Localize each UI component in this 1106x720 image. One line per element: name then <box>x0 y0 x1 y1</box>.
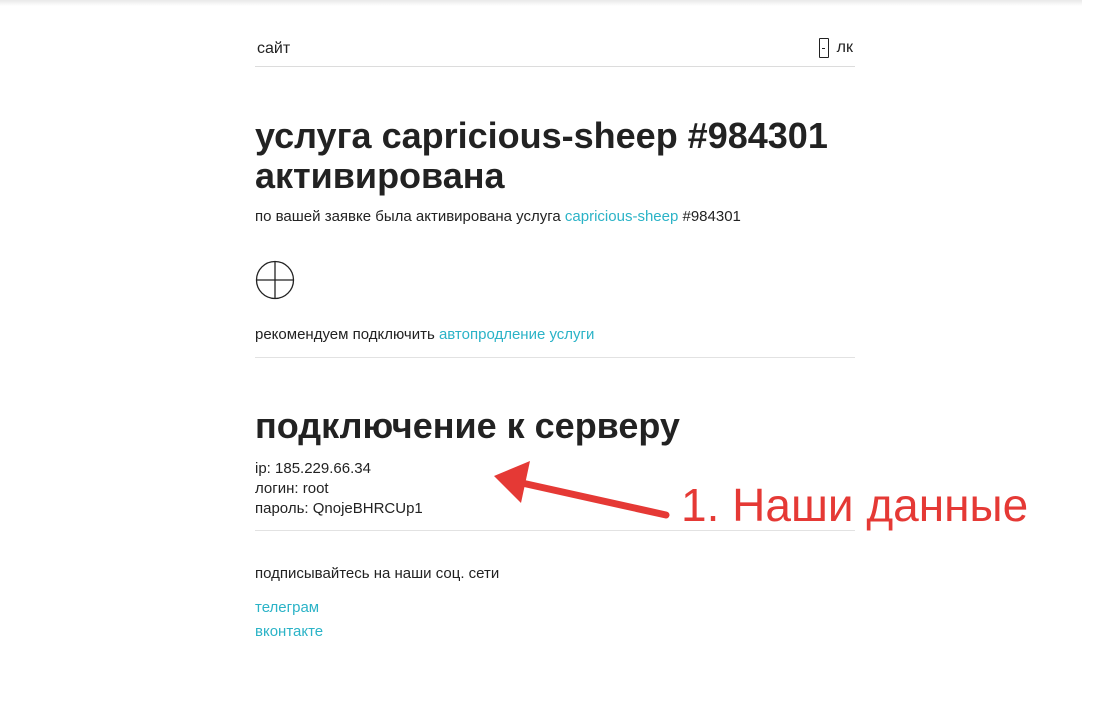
activation-message: по вашей заявке была активирована услуга… <box>255 208 741 225</box>
password-line: пароль: QnojeBHRCUp1 <box>255 500 423 517</box>
activation-prefix: по вашей заявке была активирована услуга <box>255 208 565 225</box>
page-title: услуга capricious-sheep #984301 активиро… <box>255 115 828 196</box>
header: сайт лк <box>255 0 855 67</box>
annotation-arrow-icon <box>494 461 670 519</box>
vkontakte-link[interactable]: вконтакте <box>255 620 323 644</box>
telegram-link[interactable]: телеграм <box>255 596 323 620</box>
door-icon <box>818 38 829 58</box>
autorenew-link[interactable]: автопродление услуги <box>439 326 594 343</box>
server-credentials: ip: 185.229.66.34 логин: root пароль: Qn… <box>255 459 423 519</box>
social-links: телеграм вконтакте <box>255 596 323 644</box>
social-title: подписывайтесь на наши соц. сети <box>255 565 500 582</box>
service-id: #984301 <box>678 208 741 225</box>
account-button[interactable]: лк <box>818 38 853 58</box>
login-line: логин: root <box>255 480 329 497</box>
annotation-label: 1. Наши данные <box>681 479 1029 531</box>
site-link[interactable]: сайт <box>257 40 290 58</box>
divider <box>255 357 855 358</box>
recommendation: рекомендуем подключить автопродление усл… <box>255 326 594 343</box>
page-content: сайт лк услуга capricious-sheep #984301 … <box>255 0 855 640</box>
ip-line: ip: 185.229.66.34 <box>255 460 371 477</box>
recommend-prefix: рекомендуем подключить <box>255 326 439 343</box>
account-label: лк <box>836 39 853 56</box>
service-name-link[interactable]: capricious-sheep <box>565 208 678 225</box>
crosshair-icon <box>255 260 295 300</box>
server-section-title: подключение к серверу <box>255 405 680 446</box>
